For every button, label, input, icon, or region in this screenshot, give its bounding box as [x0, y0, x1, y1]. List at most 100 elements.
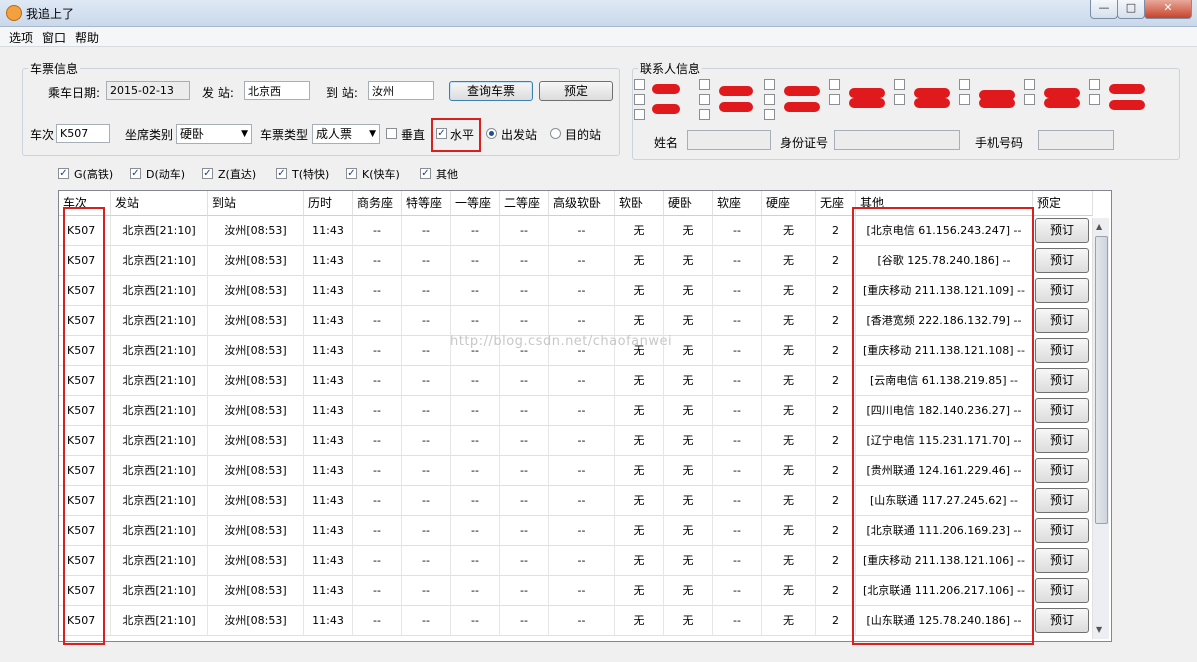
book-row-button[interactable]: 预订: [1035, 218, 1089, 243]
cell-soft-seat: --: [713, 276, 762, 306]
book-row-button[interactable]: 预订: [1035, 278, 1089, 303]
column-header-first[interactable]: 一等座: [451, 191, 500, 216]
to-station-field[interactable]: [368, 81, 434, 100]
cell-duration: 11:43: [304, 216, 353, 246]
contact-checkbox[interactable]: [1089, 94, 1100, 105]
cell-hard-sleeper: 无: [664, 276, 713, 306]
book-row-button[interactable]: 预订: [1035, 548, 1089, 573]
scroll-up-icon[interactable]: ▲: [1096, 222, 1102, 231]
cell-hard-seat: 无: [762, 276, 816, 306]
contact-checkbox[interactable]: [634, 94, 645, 105]
filter-checkbox[interactable]: ✓: [58, 168, 69, 179]
cell-from: 北京西[21:10]: [111, 516, 208, 546]
contact-checkbox[interactable]: [764, 79, 775, 90]
name-field[interactable]: [687, 130, 771, 150]
scroll-thumb[interactable]: [1095, 236, 1108, 524]
book-row-button[interactable]: 预订: [1035, 518, 1089, 543]
filter-checkbox[interactable]: ✓: [130, 168, 141, 179]
contact-checkbox[interactable]: [894, 79, 905, 90]
column-header-book[interactable]: 预定: [1033, 191, 1093, 216]
column-header-no-seat[interactable]: 无座: [816, 191, 856, 216]
id-number-field[interactable]: [834, 130, 960, 150]
menu-help[interactable]: 帮助: [75, 29, 99, 46]
contact-checkbox[interactable]: [764, 109, 775, 120]
from-station-field[interactable]: [244, 81, 310, 100]
minimize-button[interactable]: —: [1090, 0, 1118, 19]
vertical-checkbox[interactable]: [386, 128, 397, 139]
column-header-duration[interactable]: 历时: [304, 191, 353, 216]
book-row-button[interactable]: 预订: [1035, 578, 1089, 603]
cell-from: 北京西[21:10]: [111, 606, 208, 636]
column-header-to[interactable]: 到站: [208, 191, 304, 216]
filter-checkbox[interactable]: ✓: [346, 168, 357, 179]
contact-checkbox[interactable]: [634, 79, 645, 90]
date-field[interactable]: [106, 81, 190, 100]
window-title: 我追上了: [26, 7, 75, 21]
depart-station-radio[interactable]: [486, 128, 497, 139]
contact-checkbox[interactable]: [1089, 79, 1100, 90]
column-header-hard-sleeper[interactable]: 硬卧: [664, 191, 713, 216]
cell-from: 北京西[21:10]: [111, 336, 208, 366]
cell-soft-seat: --: [713, 576, 762, 606]
scroll-down-icon[interactable]: ▼: [1096, 625, 1102, 634]
column-header-business[interactable]: 商务座: [353, 191, 402, 216]
contact-checkbox[interactable]: [699, 94, 710, 105]
column-header-soft-sleeper-deluxe[interactable]: 高级软卧: [549, 191, 615, 216]
column-header-soft-sleeper[interactable]: 软卧: [615, 191, 664, 216]
filter-checkbox[interactable]: ✓: [276, 168, 287, 179]
column-header-soft-seat[interactable]: 软座: [713, 191, 762, 216]
book-row-button[interactable]: 预订: [1035, 308, 1089, 333]
book-row-button[interactable]: 预订: [1035, 248, 1089, 273]
contact-checkbox[interactable]: [959, 94, 970, 105]
menu-window[interactable]: 窗口: [42, 29, 66, 46]
column-header-premium[interactable]: 特等座: [402, 191, 451, 216]
menu-options[interactable]: 选项: [9, 29, 33, 46]
redaction-mark: [849, 88, 885, 108]
cell-from: 北京西[21:10]: [111, 216, 208, 246]
cell-hard-seat: 无: [762, 396, 816, 426]
ticket-type-select[interactable]: 成人票 ▼: [312, 124, 380, 144]
dest-station-label: 目的站: [565, 128, 602, 142]
contact-checkbox[interactable]: [894, 94, 905, 105]
contact-checkbox[interactable]: [634, 109, 645, 120]
contact-checkbox[interactable]: [829, 94, 840, 105]
column-header-from[interactable]: 发站: [111, 191, 208, 216]
contact-checkbox[interactable]: [764, 94, 775, 105]
book-row-button[interactable]: 预订: [1035, 338, 1089, 363]
cell-hard-sleeper: 无: [664, 486, 713, 516]
title-bar[interactable]: 我追上了 — □ ✕: [0, 0, 1197, 27]
book-button[interactable]: 预定: [539, 81, 613, 101]
close-button[interactable]: ✕: [1144, 0, 1192, 19]
query-tickets-button[interactable]: 查询车票: [449, 81, 533, 101]
book-row-button[interactable]: 预订: [1035, 398, 1089, 423]
column-header-second[interactable]: 二等座: [500, 191, 549, 216]
filter-checkbox[interactable]: ✓: [420, 168, 431, 179]
maximize-button[interactable]: □: [1117, 0, 1145, 19]
cell-second: --: [500, 306, 549, 336]
book-row-button[interactable]: 预订: [1035, 488, 1089, 513]
contact-checkbox[interactable]: [959, 79, 970, 90]
cell-from: 北京西[21:10]: [111, 546, 208, 576]
book-row-button[interactable]: 预订: [1035, 428, 1089, 453]
cell-business: --: [353, 546, 402, 576]
book-row-button[interactable]: 预订: [1035, 608, 1089, 633]
seat-type-select[interactable]: 硬卧 ▼: [176, 124, 252, 144]
cell-second: --: [500, 456, 549, 486]
contact-checkbox[interactable]: [1024, 79, 1035, 90]
train-number-field[interactable]: [56, 124, 110, 143]
app-icon: [6, 5, 22, 21]
contact-checkbox[interactable]: [699, 109, 710, 120]
book-row-button[interactable]: 预订: [1035, 368, 1089, 393]
cell-no-seat: 2: [816, 426, 856, 456]
dest-station-radio[interactable]: [550, 128, 561, 139]
contact-checkbox[interactable]: [829, 79, 840, 90]
contact-checkbox[interactable]: [699, 79, 710, 90]
column-header-hard-seat[interactable]: 硬座: [762, 191, 816, 216]
horizontal-checkbox[interactable]: ✓: [436, 128, 447, 139]
cell-soft-sleeper: 无: [615, 606, 664, 636]
contact-checkbox[interactable]: [1024, 94, 1035, 105]
book-row-button[interactable]: 预订: [1035, 458, 1089, 483]
vertical-scrollbar[interactable]: ▲ ▼: [1092, 218, 1109, 639]
filter-checkbox[interactable]: ✓: [202, 168, 213, 179]
phone-field[interactable]: [1038, 130, 1114, 150]
